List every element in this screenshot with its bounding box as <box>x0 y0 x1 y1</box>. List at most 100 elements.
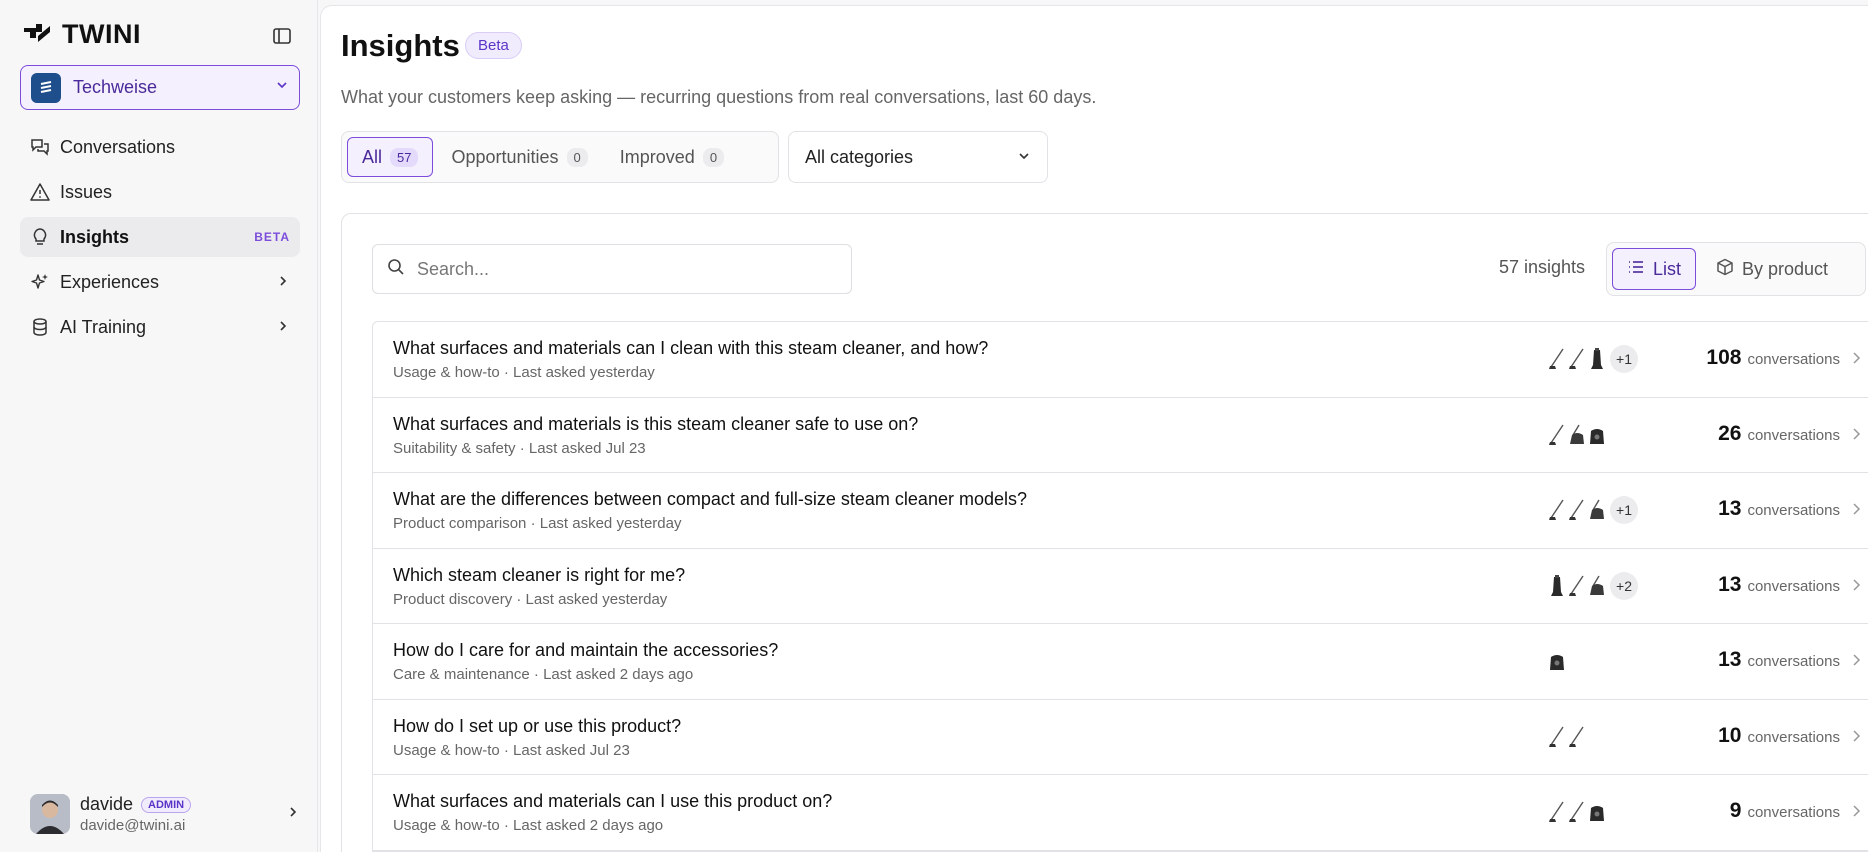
wand-product-icon <box>1546 422 1568 448</box>
twini-logo-icon <box>22 22 52 46</box>
insight-row[interactable]: How do I care for and maintain the acces… <box>373 624 1868 700</box>
insights-panel: 57 insights List By product What surface… <box>341 213 1868 852</box>
sidebar-toggle-icon[interactable] <box>270 24 294 48</box>
beta-badge: BETA <box>254 230 290 244</box>
conversation-count: 13 conversations <box>1718 573 1840 597</box>
sidebar-item-ai-training[interactable]: AI Training <box>20 307 300 347</box>
sidebar-item-label: AI Training <box>60 316 147 337</box>
product-thumbnails: +1 <box>1546 344 1638 374</box>
chevron-right-icon <box>1850 804 1862 823</box>
unit-product-icon <box>1586 422 1608 448</box>
insight-row[interactable]: What surfaces and materials is this stea… <box>373 398 1868 473</box>
tab-improved[interactable]: Improved 0 <box>606 137 738 177</box>
more-products-badge: +2 <box>1610 571 1638 600</box>
conversation-count: 10 conversations <box>1718 724 1840 748</box>
page-title: Insights <box>341 28 460 63</box>
conversation-count-unit: conversations <box>1747 728 1840 746</box>
conversation-count-unit: conversations <box>1747 653 1840 670</box>
chevron-right-icon <box>1850 427 1862 446</box>
unit-product-icon <box>1546 648 1568 674</box>
insight-question: What surfaces and materials can I use th… <box>393 791 833 811</box>
sidebar-item-issues[interactable]: Issues <box>20 172 300 212</box>
tab-count: 0 <box>566 147 588 167</box>
chevron-down-icon <box>1017 147 1031 168</box>
insight-row[interactable]: Which steam cleaner is right for me? Prod… <box>373 549 1868 624</box>
user-menu[interactable]: davide ADMIN davide@twini.ai <box>30 792 300 836</box>
tab-opportunities[interactable]: Opportunities 0 <box>437 137 601 177</box>
insight-question: How do I care for and maintain the acces… <box>393 640 779 660</box>
product-thumbnails <box>1546 420 1606 450</box>
product-thumbnails <box>1546 797 1606 827</box>
filter-tabs: All 57 Opportunities 0 Improved 0 <box>341 131 779 183</box>
search-box[interactable] <box>372 244 852 294</box>
tab-count: 0 <box>702 147 725 167</box>
chevron-right-icon <box>286 805 300 824</box>
view-by-product-button[interactable]: By product <box>1702 248 1842 290</box>
more-products-badge: +1 <box>1610 496 1638 524</box>
insight-question: What surfaces and materials can I clean … <box>393 338 989 358</box>
conversation-count-value: 13 <box>1718 572 1742 596</box>
insight-meta: Usage & how-to · Last asked 2 days ago <box>393 817 664 834</box>
sidebar-item-label: Conversations <box>60 136 176 157</box>
conversation-count-unit: conversations <box>1747 577 1840 595</box>
insight-meta: Suitability & safety · Last asked Jul 23 <box>393 439 646 457</box>
conversation-count-unit: conversations <box>1747 804 1840 821</box>
lightbulb-icon <box>30 227 50 247</box>
category-select[interactable]: All categories <box>788 131 1048 183</box>
search-input[interactable] <box>417 258 837 280</box>
view-list-button[interactable]: List <box>1612 248 1697 290</box>
insight-row[interactable]: What are the differences between compact… <box>373 473 1868 549</box>
conversation-count: 26 conversations <box>1718 422 1840 446</box>
chevron-right-icon <box>1850 351 1862 370</box>
conversation-count-value: 10 <box>1718 723 1742 747</box>
insight-row[interactable]: What surfaces and materials can I use th… <box>373 775 1868 851</box>
insight-meta: Care & maintenance · Last asked 2 days a… <box>393 666 694 683</box>
search-icon <box>387 258 405 281</box>
tab-count: 57 <box>390 147 419 167</box>
sparkles-icon <box>30 272 50 292</box>
wand-product-icon <box>1566 346 1588 372</box>
sidebar-item-experiences[interactable]: Experiences <box>20 262 300 302</box>
beta-badge: Beta <box>465 32 522 59</box>
brand[interactable]: TWINI <box>22 18 141 50</box>
insight-meta: Usage & how-to · Last asked yesterday <box>393 364 655 381</box>
sidebar-item-label: Experiences <box>60 271 160 292</box>
tower-product-icon <box>1546 573 1568 599</box>
user-email: davide@twini.ai <box>80 817 186 834</box>
insight-question: How do I set up or use this product? <box>393 715 682 736</box>
database-icon <box>30 317 50 337</box>
workspace-name: Techweise <box>73 77 158 97</box>
page-subtitle: What your customers keep asking — recurr… <box>341 87 1097 107</box>
insight-meta: Product discovery · Last asked yesterday <box>393 590 668 608</box>
wand-product-icon <box>1566 497 1588 523</box>
canister-product-icon <box>1586 573 1608 599</box>
view-toggle: List By product <box>1606 242 1866 296</box>
conversation-count-value: 108 <box>1706 346 1742 369</box>
tab-all[interactable]: All 57 <box>347 137 434 177</box>
sidebar-item-conversations[interactable]: Conversations <box>20 127 300 167</box>
conversation-count: 9 conversations <box>1730 799 1840 823</box>
conversation-count-value: 26 <box>1718 421 1742 445</box>
role-badge: ADMIN <box>141 796 192 813</box>
wand-product-icon <box>1546 346 1568 372</box>
wand-product-icon <box>1546 799 1568 825</box>
product-thumbnails: +2 <box>1546 571 1638 601</box>
chevron-down-icon <box>275 78 289 97</box>
insight-meta: Usage & how-to · Last asked Jul 23 <box>393 741 630 759</box>
warning-triangle-icon <box>30 182 50 202</box>
insight-question: What surfaces and materials is this stea… <box>393 413 919 434</box>
tab-label: Opportunities <box>451 146 559 167</box>
insights-count: 57 insights <box>1499 257 1586 277</box>
insight-meta: Product comparison · Last asked yesterda… <box>393 515 682 532</box>
workspace-logo-icon <box>31 72 61 103</box>
insight-row[interactable]: How do I set up or use this product? Usag… <box>373 700 1868 775</box>
wand-product-icon <box>1566 724 1588 750</box>
chevron-right-icon <box>1850 578 1862 597</box>
workspace-selector[interactable]: Techweise <box>20 65 300 110</box>
conversation-count: 13 conversations <box>1718 648 1840 672</box>
insight-row[interactable]: What surfaces and materials can I clean … <box>373 322 1868 398</box>
sidebar-item-insights[interactable]: Insights BETA <box>20 217 300 257</box>
insights-list: What surfaces and materials can I clean … <box>372 321 1868 852</box>
box-icon <box>1716 258 1734 281</box>
wand-product-icon <box>1546 724 1568 750</box>
